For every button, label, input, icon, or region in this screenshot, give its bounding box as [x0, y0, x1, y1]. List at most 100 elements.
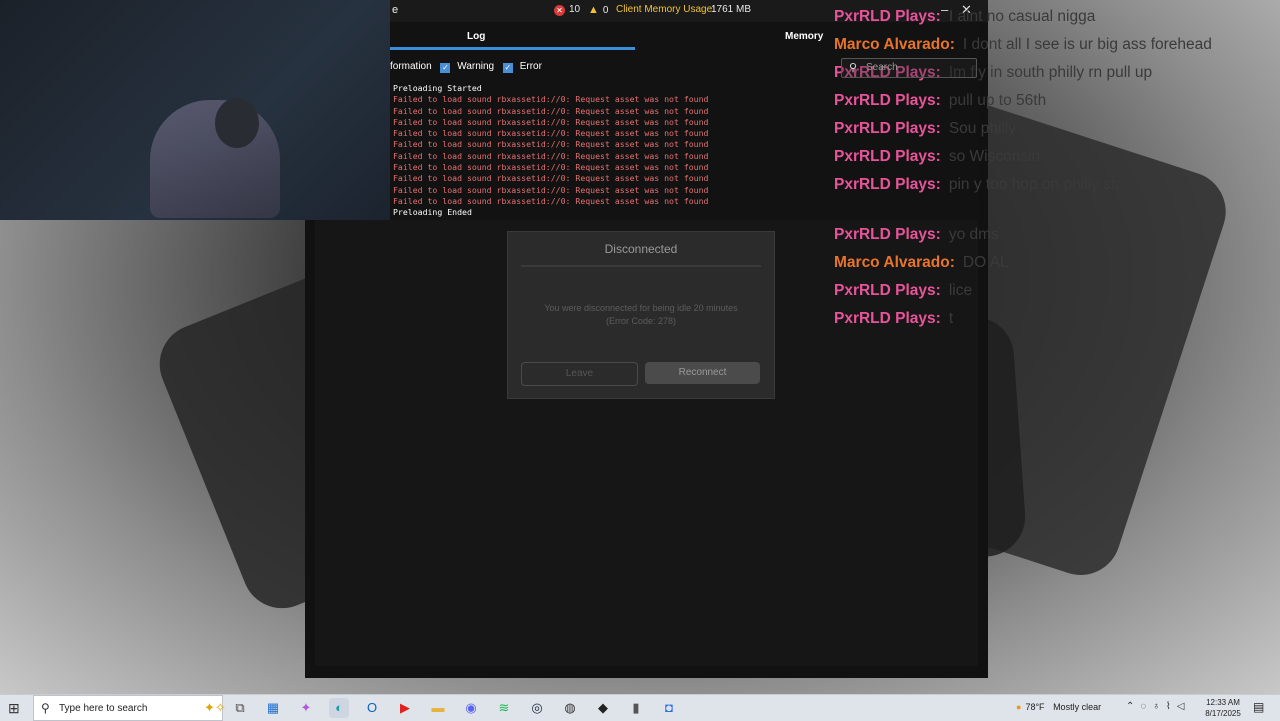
error-count: ✕ 10 [554, 4, 580, 16]
clock[interactable]: 12:33 AM 8/17/2025 [1199, 697, 1247, 719]
chat-message: PxrRLD Plays: so Wisconsin [834, 146, 1280, 168]
weather-widget[interactable]: ● 78°F Mostly clear [1016, 702, 1101, 712]
weather-temp: 78°F [1025, 702, 1045, 712]
log-line: Preloading Started [393, 83, 482, 93]
roblox-studio-icon[interactable]: ◆ [593, 698, 613, 718]
leave-button[interactable]: Leave [521, 362, 638, 386]
chat-text: Sou philly [948, 120, 1017, 137]
chat-message: PxrRLD Plays: t [834, 308, 1280, 330]
weather-moon-icon: ● [1016, 702, 1022, 712]
warning-checkbox[interactable]: ✓ [440, 63, 451, 73]
dialog-divider [521, 265, 761, 267]
dialog-title: Disconnected [604, 242, 678, 256]
discord-icon[interactable]: ◉ [461, 698, 481, 718]
webcam-feed [0, 0, 390, 220]
chat-text: pin y too hop on philly str [948, 176, 1121, 193]
log-line: Failed to load sound rbxassetid://0: Req… [393, 150, 709, 161]
error-code: (Error Code: 278) [605, 316, 677, 326]
filter-information-label[interactable]: formation [390, 61, 432, 72]
chat-author: PxrRLD Plays: [834, 282, 941, 299]
youtube-icon[interactable]: ▶ [395, 698, 415, 718]
copilot-icon[interactable]: ✦ [296, 698, 316, 718]
dialog-message: You were disconnected for being idle 20 … [508, 302, 774, 328]
search-input[interactable]: ⚲ Search [841, 58, 977, 78]
chat-message: PxrRLD Plays: pull up to 56th [834, 90, 1280, 112]
chat-message: Marco Alvarado: I dont all I see is ur bi… [834, 34, 1280, 56]
taskbar: ⊞ ⚲ Type here to search ✦✧ ⧉ ▦ ✦ ◐ O ▶ ▬ ◉ ≋ ◎ ◍ ◆ ▮… [0, 694, 1280, 721]
chat-text: lice [948, 282, 973, 299]
chat-text: yo dms [948, 226, 999, 243]
edge-icon[interactable]: ◐ [329, 698, 349, 718]
task-view-icon[interactable]: ⧉ [230, 698, 250, 718]
filter-warning-label[interactable]: Warning [457, 61, 494, 72]
console-title: e [392, 4, 399, 16]
error-icon: ✕ [554, 5, 565, 16]
weather-text: Mostly clear [1053, 702, 1102, 712]
chat-author: PxrRLD Plays: [834, 120, 941, 137]
clock-date: 8/17/2025 [1205, 709, 1241, 718]
chat-text: DO AL [962, 254, 1009, 271]
log-line: Preloading Ended [393, 207, 472, 218]
wifi-icon[interactable]: ⌇ [1166, 701, 1177, 712]
log-line: Failed to load sound rbxassetid://0: Req… [393, 162, 709, 173]
log-line: Failed to load sound rbxassetid://0: Req… [393, 195, 709, 206]
microphone-icon[interactable]: ♁ [1152, 701, 1166, 712]
system-tray[interactable]: ⌃◌♁⌇◁ [1126, 701, 1190, 712]
chat-author: PxrRLD Plays: [834, 8, 941, 25]
chat-message: PxrRLD Plays: lice [834, 280, 1280, 302]
taskbar-search[interactable]: ⚲ Type here to search ✦✧ [33, 695, 226, 721]
log-line: Failed to load sound rbxassetid://0: Req… [393, 139, 709, 150]
memory-value: 1761 MB [711, 4, 752, 15]
chat-author: PxrRLD Plays: [834, 310, 941, 327]
taskbar-search-placeholder: Type here to search [59, 703, 148, 714]
spotify-icon[interactable]: ≋ [494, 698, 514, 718]
error-checkbox[interactable]: ✓ [502, 63, 513, 73]
chevron-up-icon[interactable]: ⌃ [1126, 701, 1140, 712]
notifications-icon[interactable]: ▤ [1253, 700, 1264, 714]
filter-error-label[interactable]: Error [520, 61, 542, 72]
chat-message: PxrRLD Plays: yo dms [834, 224, 1280, 246]
webcam-person-head [215, 98, 259, 148]
volume-icon[interactable]: ◁ [1177, 701, 1191, 712]
active-tab-indicator [390, 47, 635, 50]
disconnect-reason: You were disconnected for being idle 20 … [544, 303, 738, 313]
chrome-icon[interactable]: ◍ [560, 698, 580, 718]
chat-message: PxrRLD Plays: I aint no casual nigga [834, 6, 1280, 28]
chat-text: Im fly in south philly rn pull up [948, 64, 1153, 81]
log-line: Failed to load sound rbxassetid://0: Req… [393, 94, 709, 105]
chat-text: I dont all I see is ur big ass forehead [962, 36, 1212, 53]
log-filters: formation ✓ Warning ✓ Error [390, 61, 542, 73]
mouse-app-icon[interactable]: ▮ [626, 698, 646, 718]
file-explorer-icon[interactable]: ▬ [428, 698, 448, 718]
search-placeholder: Search [866, 62, 898, 73]
chat-text: t [948, 310, 954, 327]
steam-icon[interactable]: ◎ [527, 698, 547, 718]
outlook-icon[interactable]: O [362, 698, 382, 718]
chat-message: Marco Alvarado: DO AL [834, 252, 1280, 274]
windows-start-icon[interactable]: ⊞ [8, 700, 20, 717]
log-line: Failed to load sound rbxassetid://0: Req… [393, 184, 709, 195]
log-line: Failed to load sound rbxassetid://0: Req… [393, 116, 709, 127]
warning-count: ▲ 0 [588, 4, 609, 16]
clock-time: 12:33 AM [1206, 698, 1240, 707]
search-icon: ⚲ [849, 62, 858, 74]
chat-author: PxrRLD Plays: [834, 92, 941, 109]
log-line: Failed to load sound rbxassetid://0: Req… [393, 128, 709, 139]
chat-author: PxrRLD Plays: [834, 176, 941, 193]
chat-text: so Wisconsin [948, 148, 1041, 165]
store-icon[interactable]: ▦ [263, 698, 283, 718]
chat-text: I aint no casual nigga [948, 8, 1096, 25]
reconnect-button[interactable]: Reconnect [645, 362, 760, 384]
chat-author: PxrRLD Plays: [834, 148, 941, 165]
memory-label: Client Memory Usage: [616, 4, 715, 15]
console-log: Preloading Started Failed to load sound r… [393, 83, 708, 219]
network-icon[interactable]: ◌ [1140, 701, 1152, 712]
chat-message: PxrRLD Plays: pin y too hop on philly str [834, 174, 1280, 196]
tab-log[interactable]: Log [467, 31, 485, 42]
chat-author: Marco Alvarado: [834, 36, 955, 53]
warning-icon: ▲ [588, 4, 599, 16]
roblox-icon[interactable]: ◘ [659, 698, 679, 718]
chat-author: PxrRLD Plays: [834, 226, 941, 243]
tab-memory[interactable]: Memory [785, 31, 823, 42]
chat-message: PxrRLD Plays: Sou philly [834, 118, 1280, 140]
